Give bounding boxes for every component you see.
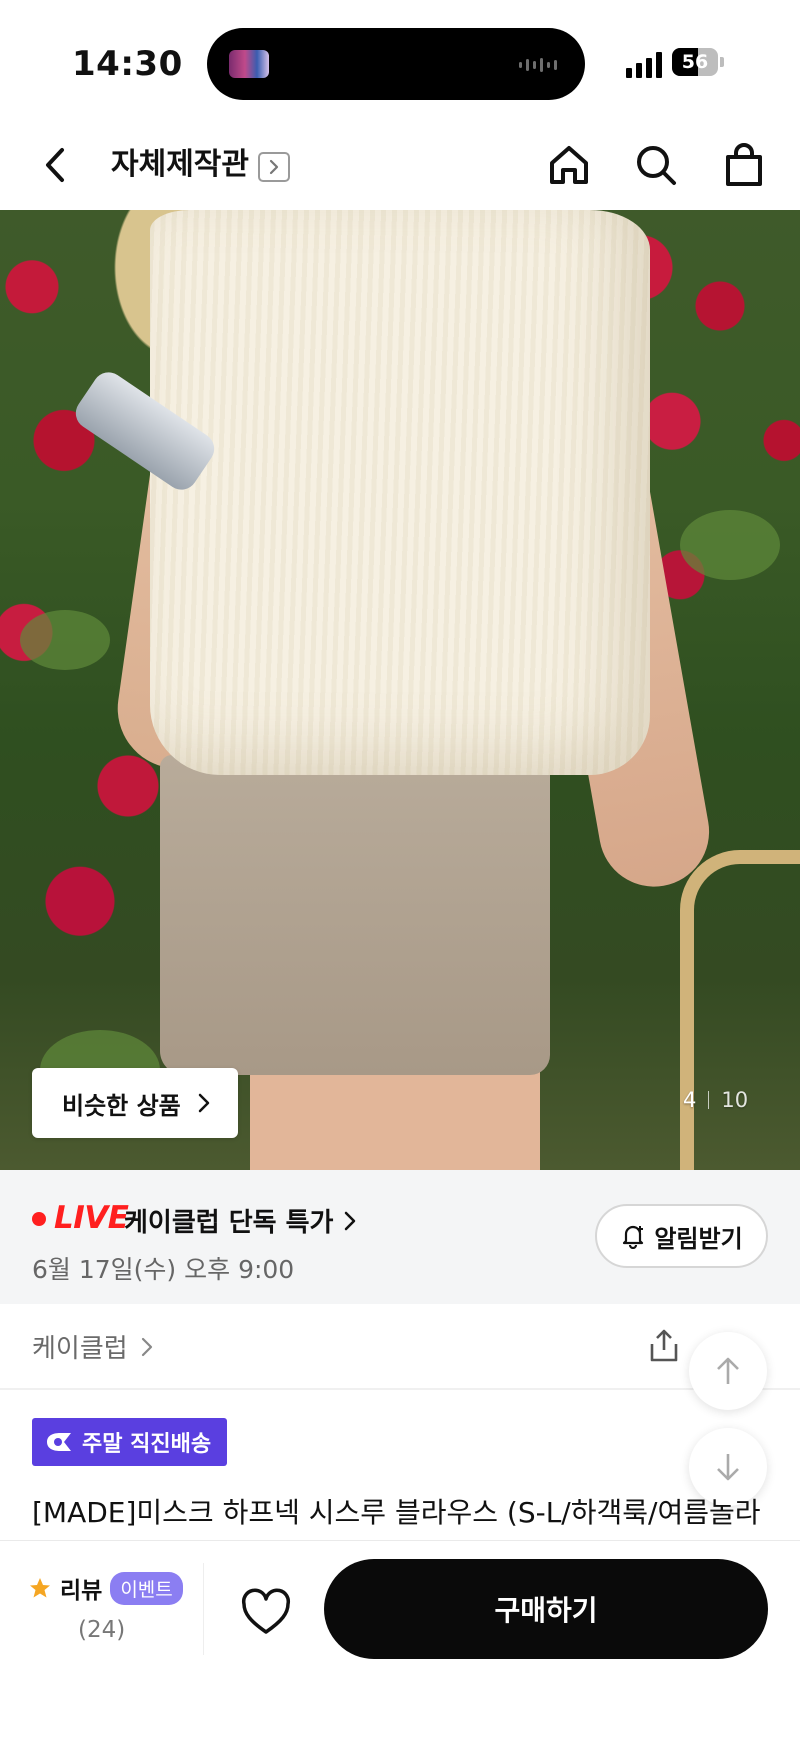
star-icon bbox=[30, 1578, 50, 1598]
chevron-right-icon bbox=[345, 1211, 356, 1230]
image-counter: 4 10 bbox=[683, 1088, 748, 1112]
chevron-right-icon bbox=[198, 1093, 210, 1113]
brand-name: 케이클럽 bbox=[32, 1334, 128, 1364]
signal-icon bbox=[626, 52, 662, 78]
home-icon bbox=[550, 146, 588, 184]
audio-wave-icon bbox=[519, 58, 557, 72]
buy-label: 구매하기 bbox=[494, 1594, 598, 1627]
chevron-right-icon bbox=[141, 1337, 152, 1356]
brand-link[interactable]: 케이클럽 bbox=[32, 1328, 154, 1365]
buy-button[interactable]: 구매하기 bbox=[324, 1559, 768, 1659]
bottom-bar: 리뷰 이벤트 (24) 구매하기 bbox=[0, 1540, 800, 1740]
live-title-link[interactable]: 케이클럽 단독 특가 bbox=[124, 1202, 357, 1239]
scroll-up-icon bbox=[717, 1357, 739, 1384]
similar-products-label: 비슷한 상품 bbox=[62, 1091, 181, 1120]
scroll-down-icon bbox=[717, 1454, 739, 1481]
delivery-arrow-icon bbox=[47, 1433, 71, 1451]
bell-icon bbox=[623, 1225, 644, 1249]
dynamic-island[interactable] bbox=[207, 28, 585, 100]
review-label: 리뷰 bbox=[60, 1578, 103, 1604]
similar-products-button[interactable]: 비슷한 상품 bbox=[32, 1068, 238, 1138]
cart-icon bbox=[726, 143, 762, 186]
notify-label: 알림받기 bbox=[654, 1224, 743, 1253]
notify-button[interactable]: 알림받기 bbox=[595, 1204, 768, 1268]
nav-title[interactable]: 자체제작관 bbox=[111, 144, 249, 186]
image-counter-current: 4 bbox=[683, 1088, 697, 1112]
battery-percent: 56 bbox=[681, 51, 709, 73]
share-button[interactable] bbox=[644, 1326, 684, 1366]
delivery-label: 주말 직진배송 bbox=[82, 1432, 212, 1457]
live-dot-icon bbox=[32, 1212, 46, 1226]
now-playing-thumbnail bbox=[229, 50, 269, 78]
cart-button[interactable] bbox=[721, 142, 767, 188]
blouse-shape bbox=[150, 210, 650, 775]
share-icon bbox=[650, 1329, 678, 1362]
battery-icon: 56 bbox=[672, 48, 724, 76]
product-title: [MADE]미스크 하프넥 시스루 블라우스 (S-L/하객룩/여름놀라 bbox=[32, 1496, 761, 1529]
status-time: 14:30 bbox=[72, 44, 183, 84]
review-summary[interactable]: 리뷰 이벤트 (24) bbox=[28, 1571, 198, 1643]
product-image[interactable] bbox=[0, 210, 800, 1170]
shorts-shape bbox=[160, 755, 550, 1075]
review-count: (24) bbox=[78, 1617, 126, 1643]
divider bbox=[203, 1563, 204, 1655]
title-chevron-icon[interactable] bbox=[258, 152, 290, 182]
back-button[interactable] bbox=[34, 142, 80, 188]
status-bar: 14:30 56 bbox=[0, 0, 800, 120]
live-title: 케이클럽 단독 특가 bbox=[124, 1208, 334, 1238]
live-banner[interactable]: LIVE 케이클럽 단독 특가 6월 17일(수) 오후 9:00 알림받기 bbox=[0, 1170, 800, 1304]
search-icon bbox=[637, 146, 676, 185]
event-badge: 이벤트 bbox=[110, 1571, 183, 1605]
back-icon bbox=[46, 148, 64, 182]
home-button[interactable] bbox=[546, 142, 592, 188]
search-button[interactable] bbox=[633, 142, 679, 188]
live-tag: LIVE bbox=[54, 1200, 129, 1236]
nav-bar: 자체제작관 bbox=[0, 120, 800, 210]
delivery-badge: 주말 직진배송 bbox=[32, 1418, 227, 1466]
wishlist-button[interactable] bbox=[238, 1585, 294, 1641]
scroll-up-button[interactable] bbox=[689, 1332, 767, 1410]
live-date: 6월 17일(수) 오후 9:00 bbox=[32, 1255, 295, 1284]
chair-shape bbox=[680, 850, 800, 1170]
heart-icon bbox=[241, 1588, 291, 1634]
image-counter-total: 10 bbox=[721, 1088, 749, 1112]
brand-row: 케이클럽 bbox=[0, 1304, 800, 1390]
